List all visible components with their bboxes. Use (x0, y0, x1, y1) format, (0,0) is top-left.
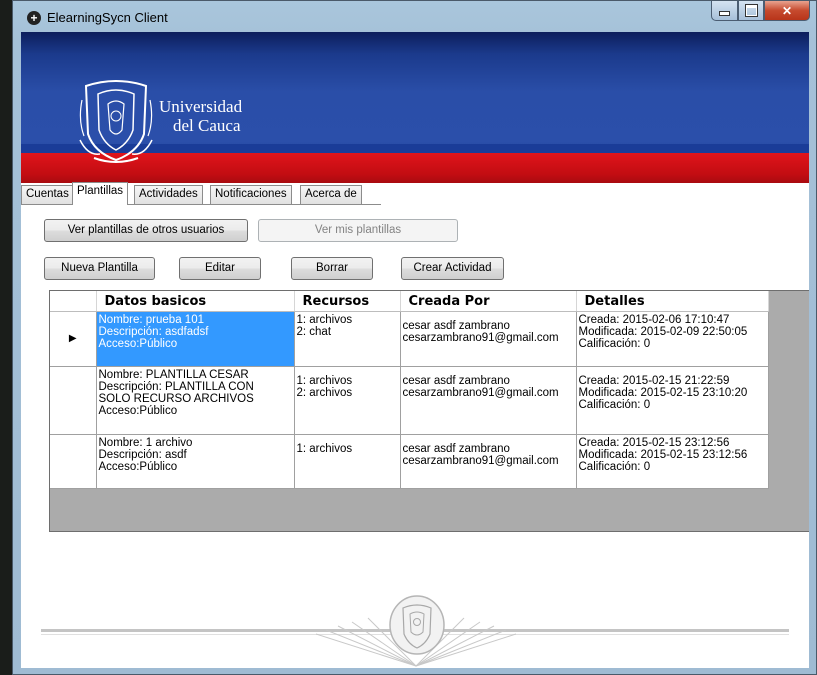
university-name-line2: del Cauca (173, 116, 241, 135)
cell-detalles[interactable]: Creada: 2015-02-15 23:12:56 Modificada: … (576, 434, 769, 489)
plantillas-grid[interactable]: Datos basicos Recursos Creada Por Detall… (49, 290, 809, 532)
plantillas-table: Datos basicos Recursos Creada Por Detall… (50, 291, 769, 489)
row-header[interactable] (50, 434, 97, 489)
tab-actividades[interactable]: Actividades (134, 185, 203, 204)
app-window: + ElearningSycn Client ✕ Universidad del (12, 0, 817, 675)
caption-buttons: ✕ (711, 1, 810, 23)
table-row[interactable]: ▶ Nombre: prueba 101 Descripción: asdfad… (50, 311, 769, 367)
cell-creada-por[interactable]: cesar asdf zambrano cesarzambrano91@gmai… (400, 434, 577, 489)
minimize-button[interactable] (711, 1, 738, 21)
current-row-indicator-icon[interactable]: ▶ (50, 311, 97, 367)
cell-datos[interactable]: Nombre: PLANTILLA CESAR Descripción: PLA… (96, 366, 295, 435)
maximize-icon (745, 5, 757, 16)
cell-detalles[interactable]: Creada: 2015-02-06 17:10:47 Modificada: … (576, 311, 769, 367)
university-name: Universidad del Cauca (159, 97, 242, 135)
cell-recursos[interactable]: 1: archivos 2: chat (294, 311, 401, 367)
cell-datos[interactable]: Nombre: 1 archivo Descripción: asdf Acce… (96, 434, 295, 489)
university-seal-icon (79, 80, 153, 163)
column-header-recursos[interactable]: Recursos (294, 291, 401, 312)
maximize-button[interactable] (738, 1, 764, 21)
row-header[interactable] (50, 366, 97, 435)
ver-mis-plantillas-button[interactable]: Ver mis plantillas (258, 219, 458, 242)
close-icon: ✕ (781, 3, 793, 18)
column-header-datos[interactable]: Datos basicos (96, 291, 295, 312)
editar-button[interactable]: Editar (179, 257, 261, 280)
borrar-button[interactable]: Borrar (291, 257, 373, 280)
cell-recursos[interactable]: 1: archivos (294, 434, 401, 489)
tab-plantillas[interactable]: Plantillas (72, 182, 129, 205)
grid-header-row: Datos basicos Recursos Creada Por Detall… (50, 291, 769, 312)
university-name-line1: Universidad (159, 97, 243, 116)
client-area: Universidad del Cauca Cuentas Plantillas… (21, 32, 809, 668)
nueva-plantilla-button[interactable]: Nueva Plantilla (44, 257, 155, 280)
tab-cuentas[interactable]: Cuentas (21, 185, 74, 204)
ver-plantillas-otros-button[interactable]: Ver plantillas de otros usuarios (44, 219, 248, 242)
minimize-icon (719, 11, 730, 16)
table-row[interactable]: Nombre: PLANTILLA CESAR Descripción: PLA… (50, 366, 769, 435)
footer-decoration (21, 572, 809, 668)
window-title: ElearningSycn Client (47, 10, 168, 25)
tab-bar: Cuentas Plantillas Actividades Notificac… (21, 182, 809, 205)
header-banner: Universidad del Cauca (21, 32, 809, 183)
cell-detalles[interactable]: Creada: 2015-02-15 21:22:59 Modificada: … (576, 366, 769, 435)
close-button[interactable]: ✕ (764, 1, 810, 21)
tab-acerca-de[interactable]: Acerca de (300, 185, 362, 204)
footer-seal-icon (389, 595, 445, 655)
row-header-corner (50, 291, 97, 312)
table-row[interactable]: Nombre: 1 archivo Descripción: asdf Acce… (50, 434, 769, 489)
cell-datos[interactable]: Nombre: prueba 101 Descripción: asdfadsf… (96, 311, 295, 367)
cell-recursos[interactable]: 1: archivos 2: archivos (294, 366, 401, 435)
title-bar[interactable]: + ElearningSycn Client ✕ (13, 1, 816, 33)
column-header-detalles[interactable]: Detalles (576, 291, 769, 312)
crear-actividad-button[interactable]: Crear Actividad (401, 257, 504, 280)
tab-notificaciones[interactable]: Notificaciones (210, 185, 292, 204)
cell-creada-por[interactable]: cesar asdf zambrano cesarzambrano91@gmai… (400, 311, 577, 367)
cell-creada-por[interactable]: cesar asdf zambrano cesarzambrano91@gmai… (400, 366, 577, 435)
app-plus-icon: + (27, 11, 41, 25)
column-header-creada-por[interactable]: Creada Por (400, 291, 577, 312)
